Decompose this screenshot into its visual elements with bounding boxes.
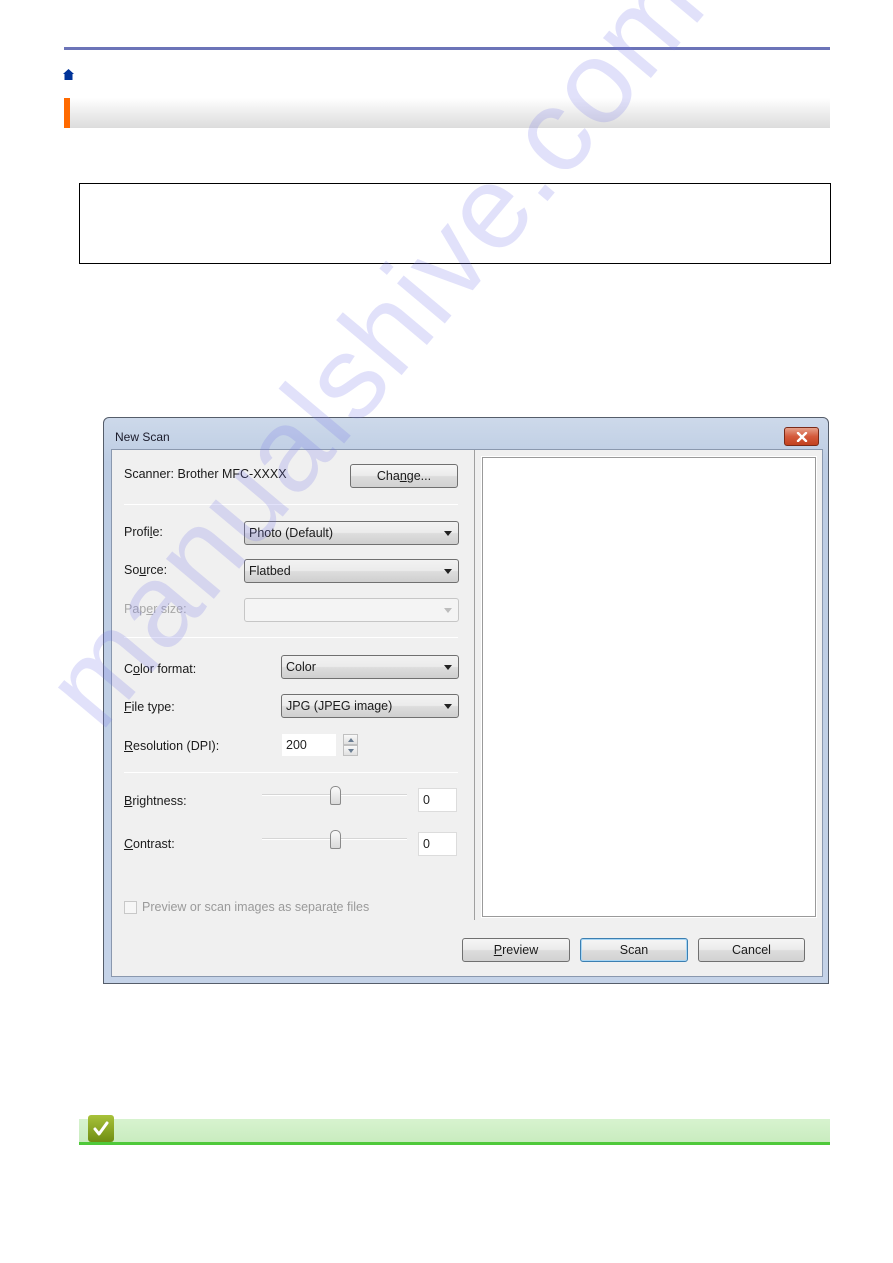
contrast-label: Contrast: [124,837,175,851]
brightness-label: Brightness: [124,794,187,808]
new-scan-dialog: New Scan Scanner: Brother MFC-XXXX Cha n g… [103,417,829,984]
chevron-down-icon [444,569,452,574]
tip-bar [79,1119,830,1145]
file-type-value: JPG (JPEG image) [286,699,393,713]
profile-dropdown[interactable]: Photo (Default) [244,521,459,545]
resolution-spinner[interactable] [343,734,358,756]
preview-label-post: review [502,943,539,957]
chevron-down-icon [444,531,452,536]
section-heading-bar [64,98,830,128]
color-format-label: Color format: [124,662,197,676]
separate-files-checkbox [124,901,137,914]
scan-button[interactable]: Scan [580,938,688,962]
chevron-down-icon [444,608,452,613]
close-icon [796,431,807,442]
source-label: Source: [124,563,168,577]
preview-button[interactable]: Preview [462,938,570,962]
change-label-post: ge... [406,469,432,483]
separator [124,637,458,638]
dialog-client-area: Scanner: Brother MFC-XXXX Cha n ge... Prof… [111,449,823,977]
dialog-title: New Scan [115,430,170,444]
note-box [79,183,831,264]
source-dropdown[interactable]: Flatbed [244,559,459,583]
color-format-dropdown[interactable]: Color [281,655,459,679]
brightness-input[interactable]: 0 [418,788,457,812]
brightness-slider-thumb[interactable] [330,786,341,805]
spin-down-icon[interactable] [343,745,358,756]
change-label-pre: Cha [376,469,400,483]
preview-area [482,457,816,917]
paper-size-label: Paper size: [124,602,187,616]
section-accent [64,98,70,128]
scanner-label: Scanner: Brother MFC-XXXX [124,467,287,481]
contrast-slider-thumb[interactable] [330,830,341,849]
chevron-down-icon [444,665,452,670]
source-value: Flatbed [249,564,291,578]
preview-label-accel: P [493,943,503,957]
close-button[interactable] [784,427,819,446]
pane-divider [474,450,475,920]
change-label-accel: n [399,469,407,483]
top-rule [64,47,830,50]
resolution-label: Resolution (DPI): [124,739,220,753]
separate-files-label: Preview or scan images as separate files [142,900,370,914]
spin-up-icon[interactable] [343,734,358,745]
separator [124,504,458,505]
chevron-down-icon [444,704,452,709]
resolution-input[interactable]: 200 [281,733,337,757]
file-type-dropdown[interactable]: JPG (JPEG image) [281,694,459,718]
paper-size-dropdown [244,598,459,622]
profile-value: Photo (Default) [249,526,334,540]
profile-label: Profile: [124,525,163,539]
separator [124,772,458,773]
contrast-input[interactable]: 0 [418,832,457,856]
color-format-value: Color [286,660,316,674]
cancel-button[interactable]: Cancel [698,938,805,962]
file-type-label: File type: [124,700,175,714]
home-icon[interactable] [63,69,74,80]
checkmark-icon [88,1115,114,1142]
change-scanner-button[interactable]: Cha n ge... [350,464,458,488]
